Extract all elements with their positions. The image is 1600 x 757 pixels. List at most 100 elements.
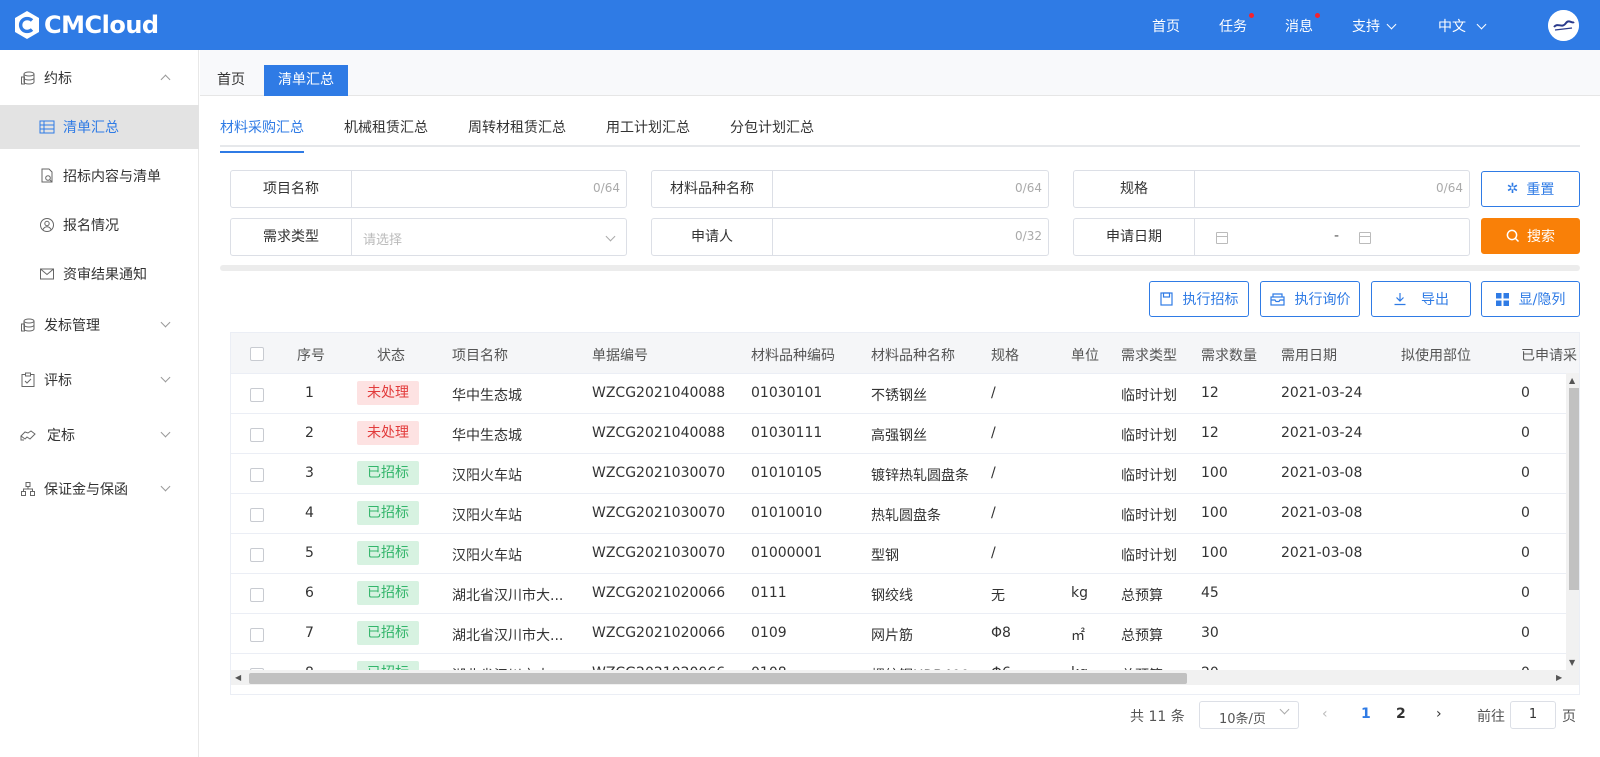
nav-home[interactable]: 首页 (1152, 16, 1180, 36)
material-name-field[interactable]: 材料品种名称 0/64 (651, 170, 1049, 208)
project-name-field[interactable]: 项目名称 0/64 (230, 170, 627, 208)
nav-tasks[interactable]: 任务 (1219, 13, 1254, 36)
scroll-right-arrow-icon[interactable]: ▶ (1556, 673, 1562, 682)
subtab-machinery-rental[interactable]: 机械租赁汇总 (344, 117, 428, 137)
avatar[interactable] (1548, 10, 1579, 41)
demand-type-select[interactable]: 需求类型 请选择 (230, 218, 627, 256)
applied-qty-cell: 0 (1521, 385, 1530, 401)
page-size-select[interactable]: 10条/页 (1199, 701, 1299, 729)
page-number-2[interactable]: 2 (1396, 706, 1406, 722)
unit-cell: ㎡ (1071, 628, 1085, 644)
demand-type-cell: 总预算 (1121, 628, 1163, 644)
required-date-cell: 2021-03-08 (1281, 505, 1363, 521)
subtab-turnover-rental[interactable]: 周转材租赁汇总 (468, 117, 566, 137)
field-label: 需求类型 (231, 219, 352, 255)
next-page-icon[interactable]: › (1436, 706, 1442, 722)
applicant-field[interactable]: 申请人 0/32 (651, 218, 1049, 256)
save-icon (1159, 292, 1173, 306)
table-row[interactable]: 已招标 5 汉阳火车站 WZCG2021030070 01000001 型钢 / 临时计划 10… (231, 533, 1566, 573)
horizontal-scrollbar[interactable]: ◀ ▶ (231, 670, 1579, 685)
chevron-down-icon (1386, 19, 1397, 30)
field-label: 材料品种名称 (652, 171, 773, 207)
vertical-scroll-thumb[interactable] (1569, 388, 1579, 590)
execute-bid-button[interactable]: 执行招标 (1149, 281, 1249, 317)
project-name-cell: 华中生态城 (452, 388, 522, 404)
nav-language[interactable]: 中文 (1438, 16, 1487, 36)
scroll-left-arrow-icon[interactable]: ◀ (235, 673, 241, 682)
prev-page-icon[interactable]: ‹ (1322, 706, 1328, 722)
messages-unread-dot (1315, 13, 1320, 18)
sidebar-group-label: 保证金与保函 (44, 482, 128, 498)
scroll-up-arrow-icon[interactable]: ▲ (1569, 376, 1575, 385)
table-row[interactable]: 已招标 6 湖北省汉川市大... WZCG2021020066 0111 钢绞线 无 kg 总预… (231, 573, 1566, 613)
nav-messages[interactable]: 消息 (1285, 13, 1320, 36)
row-checkbox[interactable] (250, 388, 264, 402)
required-date-cell: 2021-03-08 (1281, 545, 1363, 561)
sidebar-item-zishen[interactable]: 资审结果通知 (0, 252, 199, 296)
table-row[interactable]: 已招标 3 汉阳火车站 WZCG2021030070 01010105 镀锌热轧圆盘条 / 临… (231, 453, 1566, 493)
table-row[interactable]: 未处理 2 华中生态城 WZCG2021040088 01030111 高强钢丝 / 临时计划… (231, 413, 1566, 453)
calendar-icon (1359, 232, 1371, 244)
required-date-cell: 2021-03-08 (1281, 465, 1363, 481)
project-name-cell: 湖北省汉川市大... (452, 588, 564, 604)
spec-field[interactable]: 规格 0/64 (1073, 170, 1470, 208)
table-row[interactable]: 已招标 4 汉阳火车站 WZCG2021030070 01010010 热轧圆盘条 / 临时计… (231, 493, 1566, 533)
chevron-down-icon (1279, 704, 1290, 720)
sidebar-group-baozhengjin[interactable]: 保证金与保函 (0, 467, 199, 511)
select-all-checkbox[interactable] (250, 347, 264, 361)
select-placeholder: 请选择 (363, 233, 403, 248)
status-badge: 已招标 (357, 621, 419, 645)
table-row[interactable]: 已招标 7 湖北省汉川市大... WZCG2021020066 0109 网片筋 Φ8 ㎡ 总预… (231, 613, 1566, 653)
vertical-scrollbar[interactable]: ▲ ▼ (1566, 373, 1579, 670)
reset-button[interactable]: ✲ 重置 (1481, 171, 1580, 207)
goto-page-input[interactable]: 1 (1510, 701, 1556, 729)
sidebar-item-qingdan[interactable]: 清单汇总 (0, 105, 199, 149)
quantity-cell: 45 (1201, 585, 1219, 601)
row-checkbox[interactable] (250, 588, 264, 602)
table-header: 序号 状态 项目名称 单据编号 材料品种编码 材料品种名称 规格 单位 需求类型… (231, 333, 1579, 373)
demand-type-cell: 临时计划 (1121, 388, 1177, 404)
applied-qty-cell: 0 (1521, 585, 1530, 601)
horizontal-scroll-thumb[interactable] (249, 673, 1187, 684)
sidebar-item-baoming[interactable]: 报名情况 (0, 203, 199, 247)
sidebar-group-dingbiao[interactable]: 定标 (0, 413, 199, 457)
unit-cell: kg (1071, 585, 1088, 601)
logo[interactable]: CMCloud (11, 9, 159, 41)
field-label: 申请日期 (1074, 219, 1195, 255)
nav-support[interactable]: 支持 (1352, 16, 1397, 36)
subtab-subcontract-plan[interactable]: 分包计划汇总 (730, 117, 814, 137)
execute-inquiry-button[interactable]: 执行询价 (1260, 281, 1360, 317)
row-checkbox[interactable] (250, 428, 264, 442)
sidebar-item-zhaobiao-content[interactable]: 招标内容与清单 (0, 154, 199, 198)
row-checkbox[interactable] (250, 628, 264, 642)
header-cell: 已申请采 (1521, 348, 1577, 364)
subtab-labor-plan[interactable]: 用工计划汇总 (606, 117, 690, 137)
subtab-material-purchase[interactable]: 材料采购汇总 (220, 117, 304, 153)
row-checkbox[interactable] (250, 548, 264, 562)
subtab-active-indicator (220, 151, 304, 153)
row-checkbox[interactable] (250, 508, 264, 522)
required-date-cell: 2021-03-24 (1281, 385, 1363, 401)
show-hide-columns-button[interactable]: 显/隐列 (1481, 281, 1580, 317)
project-name-cell: 汉阳火车站 (452, 548, 522, 564)
demand-type-cell: 临时计划 (1121, 428, 1177, 444)
sidebar-group-pingbiao[interactable]: 评标 (0, 358, 199, 402)
tab-home[interactable]: 首页 (203, 65, 259, 96)
nav-tasks-label: 任务 (1219, 19, 1247, 35)
sidebar-group-fabiao[interactable]: 发标管理 (0, 303, 199, 347)
search-button[interactable]: 搜索 (1481, 218, 1580, 254)
page-number-1[interactable]: 1 (1361, 706, 1371, 722)
chevron-down-icon (160, 427, 171, 443)
scroll-down-arrow-icon[interactable]: ▼ (1569, 658, 1575, 667)
page-suffix: 页 (1562, 709, 1576, 725)
row-checkbox[interactable] (250, 468, 264, 482)
tab-qingdan-huizong[interactable]: 清单汇总 (264, 65, 348, 96)
apply-date-range[interactable]: 申请日期 - (1073, 218, 1470, 256)
header-cell: 单位 (1071, 348, 1099, 364)
demand-type-cell: 临时计划 (1121, 548, 1177, 564)
sidebar-group-yuebiao[interactable]: 约标 (0, 56, 199, 100)
table-row[interactable]: 未处理 1 华中生态城 WZCG2021040088 01030101 不锈钢丝 / 临时计划… (231, 373, 1566, 413)
quantity-cell: 100 (1201, 545, 1228, 561)
user-avatar-icon (1548, 10, 1579, 41)
export-button[interactable]: 导出 (1371, 281, 1471, 317)
